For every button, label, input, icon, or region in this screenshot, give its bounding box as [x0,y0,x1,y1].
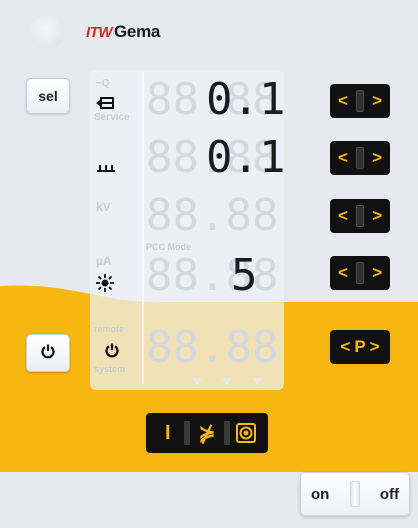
digit-display-volume: 88.88 0.1 [146,136,285,180]
increase-arrow-icon[interactable]: > [372,263,382,283]
power-icon [104,342,120,363]
row-faint-label-top: ~Q [96,78,110,89]
on-off-switch[interactable]: on off [300,472,410,516]
mode-selector[interactable]: I ⋡ [146,413,268,453]
adjust-button-flow[interactable]: < > [330,84,390,118]
kv-label: kV [96,200,111,214]
digit-display-kv: 88.88 [146,194,280,238]
power-icon [40,343,56,364]
digit-display-flow: 88.88 0.1 [146,78,285,122]
digit-value-volume: 0.1 [206,132,286,183]
mode-automatic-button[interactable]: ⋡ [192,421,222,446]
increase-arrow-icon[interactable]: > [372,148,382,168]
row-icons: µA [90,248,142,308]
remote-label: remote [94,324,125,334]
row-icons [90,130,142,190]
display-row-ua: µA 88.88 5 [90,248,284,308]
control-panel: ITW Gema sel ~Q Service 88.88 0.1 88.88 … [0,0,418,528]
display-row-flow: ~Q Service 88.88 0.1 [90,72,285,132]
logo-itw-text: ITW [86,24,113,41]
mode-separator [223,421,230,445]
sel-button-label: sel [38,88,58,104]
decrease-arrow-icon[interactable]: < [338,91,348,111]
on-button[interactable]: on [311,486,329,503]
row-icons: kV [90,188,142,248]
display-row-volume: 88.88 0.1 [90,130,285,190]
status-led [30,15,64,49]
row-faint-label-bottom: Service [94,112,130,123]
digit-value-flow: 0.1 [206,74,286,125]
program-right-arrow-icon: > [369,337,380,356]
off-button[interactable]: off [380,486,399,503]
electrode-rinse-icon [96,160,116,178]
current-limit-icon [96,274,114,297]
adjust-button-ua[interactable]: < > [330,256,390,290]
mode-manual-button[interactable]: I [153,422,183,445]
logo-gema-text: Gema [114,22,161,41]
row-icons: ~Q Service [90,72,142,132]
increase-arrow-icon[interactable]: > [372,206,382,226]
digit-value-ua: 5 [231,250,258,301]
program-button-label: P [354,337,366,356]
brand-logo: ITW Gema [86,22,160,42]
ghost-segments: 88.88 [146,190,279,241]
increase-arrow-icon[interactable]: > [372,91,382,111]
target-icon[interactable] [231,423,261,443]
indicator-triangle [252,378,262,385]
program-button[interactable]: < P > [330,330,390,364]
mode-separator [184,421,191,445]
display-row-remote: remote system 88.88 [90,320,284,380]
ghost-segments: 88.88 [146,322,279,373]
sel-button[interactable]: sel [26,78,70,114]
button-divider [356,205,364,227]
row-icons: remote system [90,320,142,380]
adjust-button-kv[interactable]: < > [330,199,390,233]
decrease-arrow-icon[interactable]: < [338,148,348,168]
digit-display-ua: 88.88 5 [146,254,280,298]
indicator-triangle [192,378,202,385]
display-row-kv: kV 88.88 [90,188,284,248]
decrease-arrow-icon[interactable]: < [338,263,348,283]
digit-display-remote: 88.88 [146,326,280,370]
system-label: system [94,364,126,374]
adjust-button-volume[interactable]: < > [330,141,390,175]
button-divider [356,262,364,284]
program-left-arrow-icon: < [340,337,351,356]
button-divider [356,90,364,112]
decrease-arrow-icon[interactable]: < [338,206,348,226]
button-divider [356,147,364,169]
indicator-triangle [222,378,232,385]
ua-label: µA [96,254,112,268]
ghost-segments: 88.88 [146,250,279,301]
switch-divider [349,481,360,507]
power-button[interactable] [26,334,70,372]
